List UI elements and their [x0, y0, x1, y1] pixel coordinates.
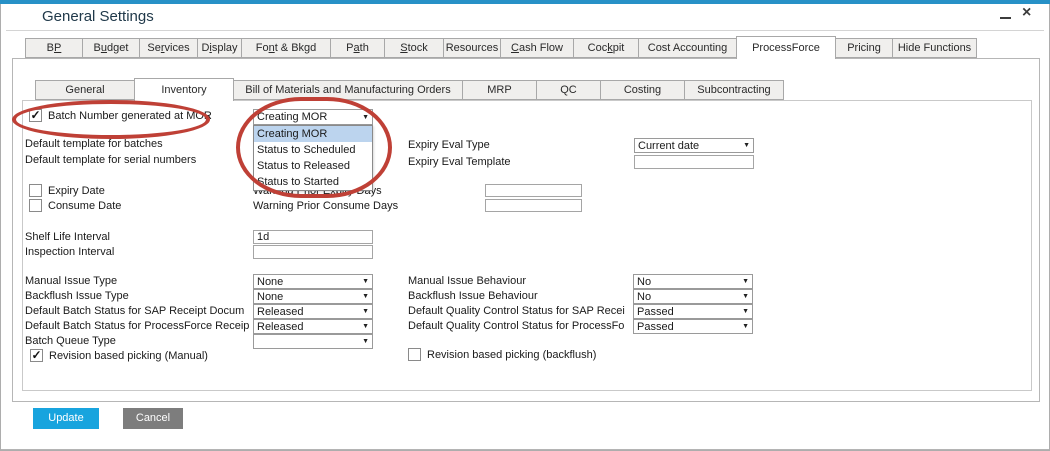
default-template-batches-label: Default template for batches — [25, 138, 163, 151]
tab-processforce[interactable]: ProcessForce — [736, 36, 836, 59]
batch-number-generated-label: Batch Number generated at MOR — [48, 110, 212, 123]
shelf-life-interval-input[interactable]: 1d — [253, 230, 373, 244]
revision-picking-backflush-label: Revision based picking (backflush) — [427, 349, 596, 362]
default-template-serials-label: Default template for serial numbers — [25, 154, 196, 167]
default-batch-status-processforce-select[interactable]: Released ▼ — [253, 319, 373, 334]
subtab-qc[interactable]: QC — [536, 80, 601, 100]
tab-cash-flow[interactable]: Cash Flow — [500, 38, 574, 58]
revision-picking-backflush-checkbox[interactable] — [408, 348, 421, 361]
cancel-button[interactable]: Cancel — [123, 408, 183, 429]
consume-date-label: Consume Date — [48, 200, 121, 213]
dropdown-option-creating-mor[interactable]: Creating MOR — [254, 126, 372, 142]
dropdown-arrow-icon: ▼ — [742, 293, 749, 300]
subtab-subcontracting[interactable]: Subcontracting — [684, 80, 784, 100]
tab-services[interactable]: Services — [139, 38, 198, 58]
subtab-inventory[interactable]: Inventory — [134, 78, 234, 101]
default-batch-status-sap-select[interactable]: Released ▼ — [253, 304, 373, 319]
dropdown-arrow-icon: ▼ — [362, 278, 369, 285]
tab-hide-functions[interactable]: Hide Functions — [892, 38, 977, 58]
dropdown-option-status-to-scheduled[interactable]: Status to Scheduled — [254, 142, 372, 158]
dropdown-arrow-icon: ▼ — [743, 142, 750, 149]
default-qc-status-processforce-select[interactable]: Passed ▼ — [633, 319, 753, 334]
expiry-eval-type-label: Expiry Eval Type — [408, 139, 490, 152]
tab-display[interactable]: Display — [197, 38, 242, 58]
revision-picking-manual-label: Revision based picking (Manual) — [49, 350, 208, 363]
general-settings-window: General Settings × BPBudgetServicesDispl… — [0, 0, 1050, 451]
backflush-issue-behaviour-select[interactable]: No ▼ — [633, 289, 753, 304]
expiry-eval-template-label: Expiry Eval Template — [408, 156, 511, 169]
manual-issue-type-label: Manual Issue Type — [25, 275, 117, 288]
update-button[interactable]: Update — [33, 408, 99, 429]
inspection-interval-input[interactable] — [253, 245, 373, 259]
processforce-subtab-bar: GeneralInventoryBill of Materials and Ma… — [35, 80, 784, 100]
window-title: General Settings — [42, 8, 154, 25]
window-top-accent — [0, 0, 1050, 4]
subtab-content-frame — [22, 100, 1032, 391]
expiry-eval-type-select[interactable]: Current date ▼ — [634, 138, 754, 153]
tab-font-bkgd[interactable]: Font & Bkgd — [241, 38, 331, 58]
tab-budget[interactable]: Budget — [82, 38, 140, 58]
batch-number-generated-checkbox[interactable] — [29, 109, 42, 122]
subtab-mrp[interactable]: MRP — [462, 80, 537, 100]
tab-resources[interactable]: Resources — [443, 38, 501, 58]
tab-stock[interactable]: Stock — [384, 38, 444, 58]
tab-pricing[interactable]: Pricing — [835, 38, 893, 58]
title-separator — [6, 30, 1044, 31]
manual-issue-behaviour-select[interactable]: No ▼ — [633, 274, 753, 289]
tab-path[interactable]: Path — [330, 38, 385, 58]
revision-picking-manual-checkbox[interactable] — [30, 349, 43, 362]
mor-event-select[interactable]: Creating MOR ▼ — [253, 109, 373, 125]
expiry-eval-template-input[interactable] — [634, 155, 754, 169]
dropdown-option-status-to-started[interactable]: Status to Started — [254, 174, 372, 190]
backflush-issue-type-select[interactable]: None ▼ — [253, 289, 373, 304]
inspection-interval-label: Inspection Interval — [25, 246, 114, 259]
dropdown-arrow-icon: ▼ — [362, 338, 369, 345]
shelf-life-interval-label: Shelf Life Interval — [25, 231, 110, 244]
dropdown-arrow-icon: ▼ — [362, 114, 369, 121]
expiry-date-label: Expiry Date — [48, 185, 105, 198]
batch-queue-type-select[interactable]: ▼ — [253, 334, 373, 349]
main-tab-bar: BPBudgetServicesDisplayFont & BkgdPathSt… — [25, 38, 977, 58]
close-icon[interactable]: × — [1022, 4, 1031, 22]
dropdown-arrow-icon: ▼ — [742, 308, 749, 315]
batch-queue-type-label: Batch Queue Type — [25, 335, 116, 348]
tab-cockpit[interactable]: Cockpit — [573, 38, 639, 58]
dropdown-arrow-icon: ▼ — [362, 323, 369, 330]
dropdown-arrow-icon: ▼ — [362, 293, 369, 300]
dropdown-option-status-to-released[interactable]: Status to Released — [254, 158, 372, 174]
warning-prior-consume-input[interactable] — [485, 199, 582, 212]
expiry-date-checkbox[interactable] — [29, 184, 42, 197]
default-batch-status-sap-label: Default Batch Status for SAP Receipt Doc… — [25, 305, 244, 318]
default-qc-status-processforce-label: Default Quality Control Status for Proce… — [408, 320, 624, 333]
backflush-issue-behaviour-label: Backflush Issue Behaviour — [408, 290, 538, 303]
subtab-general[interactable]: General — [35, 80, 135, 100]
warning-prior-consume-label: Warning Prior Consume Days — [253, 200, 398, 213]
default-qc-status-sap-select[interactable]: Passed ▼ — [633, 304, 753, 319]
manual-issue-type-select[interactable]: None ▼ — [253, 274, 373, 289]
subtab-costing[interactable]: Costing — [600, 80, 685, 100]
manual-issue-behaviour-label: Manual Issue Behaviour — [408, 275, 526, 288]
dropdown-arrow-icon: ▼ — [362, 308, 369, 315]
mor-event-dropdown-list: Creating MORStatus to ScheduledStatus to… — [253, 125, 373, 191]
dropdown-arrow-icon: ▼ — [742, 278, 749, 285]
consume-date-checkbox[interactable] — [29, 199, 42, 212]
default-batch-status-processforce-label: Default Batch Status for ProcessForce Re… — [25, 320, 249, 333]
backflush-issue-type-label: Backflush Issue Type — [25, 290, 129, 303]
warning-prior-expiry-input[interactable] — [485, 184, 582, 197]
minimize-icon[interactable] — [1000, 17, 1011, 19]
default-qc-status-sap-label: Default Quality Control Status for SAP R… — [408, 305, 625, 318]
dropdown-arrow-icon: ▼ — [742, 323, 749, 330]
subtab-bill-of-materials-and-manufacturing-orders[interactable]: Bill of Materials and Manufacturing Orde… — [233, 80, 463, 100]
mor-event-select-value: Creating MOR — [257, 111, 327, 123]
tab-cost-accounting[interactable]: Cost Accounting — [638, 38, 737, 58]
tab-bp[interactable]: BP — [25, 38, 83, 58]
